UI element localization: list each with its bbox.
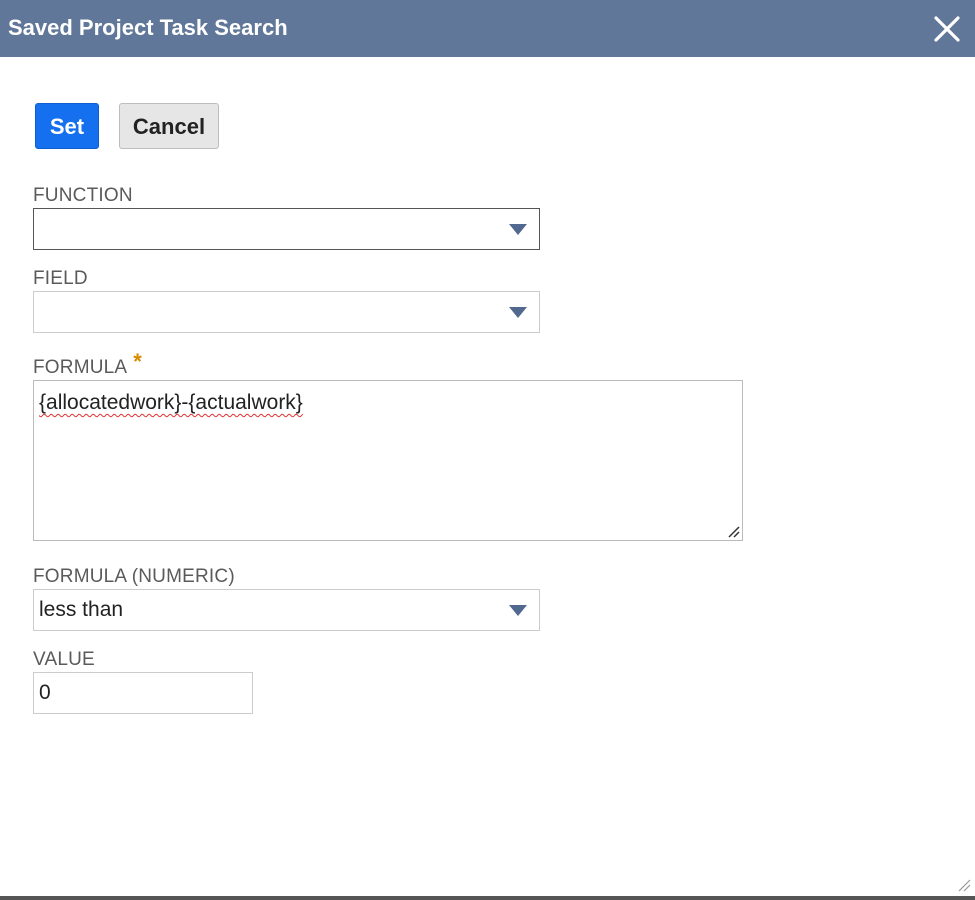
- formula-label-text: FORMULA: [33, 357, 128, 378]
- dialog-bottom-border: [0, 896, 975, 900]
- formula-numeric-select-value: less than: [39, 598, 124, 621]
- formula-label: FORMULA *: [33, 351, 142, 379]
- dialog-titlebar: Saved Project Task Search: [0, 0, 975, 57]
- close-button[interactable]: [927, 9, 967, 49]
- value-input[interactable]: 0: [33, 672, 253, 714]
- function-label: FUNCTION: [33, 185, 133, 206]
- dialog-title: Saved Project Task Search: [8, 15, 288, 40]
- formula-numeric-select[interactable]: less than: [33, 589, 540, 631]
- value-input-value: 0: [39, 681, 51, 704]
- formula-numeric-label: FORMULA (NUMERIC): [33, 566, 235, 587]
- chevron-down-icon: [509, 307, 527, 318]
- saved-search-dialog: Saved Project Task Search Set Cancel FUN…: [0, 0, 975, 900]
- chevron-down-icon: [509, 605, 527, 616]
- cancel-button[interactable]: Cancel: [119, 103, 219, 149]
- function-select[interactable]: [33, 208, 540, 250]
- dialog-resize-grip-icon[interactable]: [955, 876, 971, 892]
- formula-textarea[interactable]: {allocatedwork}-{actualwork}: [33, 380, 743, 541]
- required-indicator: *: [133, 349, 143, 374]
- field-label: FIELD: [33, 268, 88, 289]
- formula-textarea-value: {allocatedwork}-{actualwork}: [39, 391, 303, 414]
- field-select[interactable]: [33, 291, 540, 333]
- close-icon: [934, 16, 960, 42]
- chevron-down-icon: [509, 224, 527, 235]
- set-button[interactable]: Set: [35, 103, 99, 149]
- value-label: VALUE: [33, 649, 95, 670]
- resize-grip-icon[interactable]: [726, 524, 740, 538]
